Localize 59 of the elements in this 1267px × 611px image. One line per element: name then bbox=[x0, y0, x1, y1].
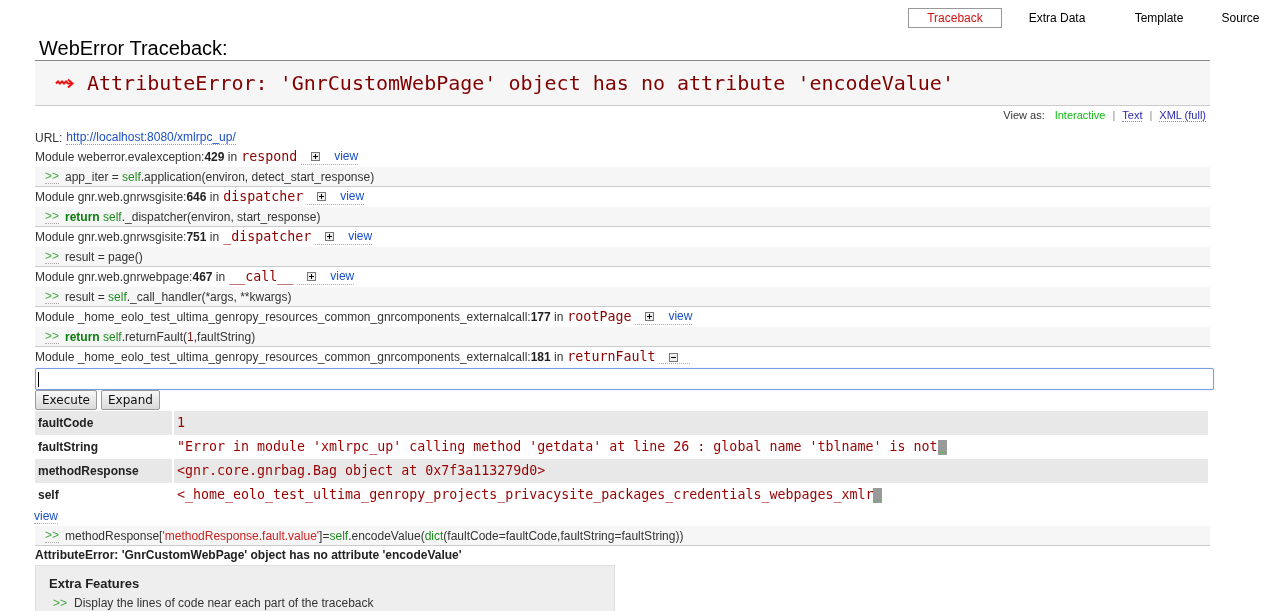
ellipsis-icon[interactable] bbox=[873, 487, 883, 503]
feature-description: Display the lines of code near each part of the traceback bbox=[74, 596, 374, 610]
variable-value: <_home_eolo_test_ultima_genropy_projects_privacysite_packages_credentials_webpages_xmlr bbox=[177, 487, 874, 503]
url-link[interactable]: http://localhost:8080/xmlrpc_up/ bbox=[66, 131, 236, 145]
view-link[interactable]: view bbox=[334, 149, 359, 163]
separator: | bbox=[1149, 107, 1153, 123]
frame-location: Module _home_eolo_test_ultima_genropy_resources_common_gnrcomponents_externalcall:181 in bbox=[35, 349, 564, 365]
expand-icon[interactable] bbox=[645, 311, 655, 321]
function-name: respond bbox=[241, 149, 298, 165]
function-name: __call__ bbox=[229, 269, 294, 285]
variable-value: 1 bbox=[177, 415, 185, 431]
view-option-link[interactable]: Text bbox=[1122, 108, 1143, 122]
code-line: return self.returnFault(1,faultString) bbox=[65, 329, 256, 344]
view-as-label: View as: bbox=[1003, 107, 1045, 123]
variable-value: "Error in module 'xmlrpc_up' calling method 'getdata' at line 26 : global name 'tblname' is not bbox=[177, 439, 938, 455]
ellipsis-icon[interactable] bbox=[937, 439, 947, 455]
variable-value: <gnr.core.gnrbag.Bag object at 0x7f3a113279d0> bbox=[177, 463, 546, 479]
view-option-link[interactable]: XML (full) bbox=[1159, 108, 1206, 122]
tab[interactable]: Source bbox=[1214, 8, 1267, 28]
code-line: methodResponse['methodResponse.fault.value']=self.encodeValue(dict(faultCode=faultCode,faultString=faultString)) bbox=[65, 528, 684, 543]
view-link[interactable]: view bbox=[34, 509, 58, 524]
function-name: _dispatcher bbox=[223, 229, 312, 245]
prompt-marker: >> bbox=[53, 596, 67, 610]
panel-heading: Extra Features bbox=[49, 576, 140, 592]
expand-icon[interactable] bbox=[311, 151, 321, 161]
view-link[interactable]: view bbox=[348, 229, 373, 243]
exception-message: AttributeError: 'GnrCustomWebPage' object has no attribute 'encodeValue' bbox=[35, 546, 462, 564]
expand-button[interactable]: Expand bbox=[101, 390, 160, 410]
code-line: return self._dispatcher(environ, start_response) bbox=[65, 209, 321, 224]
frame-location: Module _home_eolo_test_ultima_genropy_resources_common_gnrcomponents_externalcall:177 in bbox=[35, 309, 564, 325]
collapse-icon[interactable] bbox=[669, 353, 679, 362]
function-name: returnFault bbox=[567, 349, 656, 365]
code-line: result = page() bbox=[65, 249, 143, 264]
view-link[interactable]: view bbox=[668, 309, 693, 323]
tab[interactable]: Extra Data bbox=[1010, 8, 1104, 28]
code-line: app_iter = self.application(environ, detect_start_response) bbox=[65, 169, 375, 184]
tab[interactable]: Template bbox=[1112, 8, 1206, 28]
frame-location: Module weberror.evalexception:429 in bbox=[35, 149, 238, 165]
error-message: AttributeError: 'GnrCustomWebPage' object has no attribute 'encodeValue' bbox=[87, 71, 954, 95]
console-input[interactable] bbox=[35, 368, 1214, 390]
view-link[interactable]: view bbox=[330, 269, 355, 283]
frame-location: Module gnr.web.gnrwebpage:467 in bbox=[35, 269, 226, 285]
frame-location: Module gnr.web.gnrwsgisite:646 in bbox=[35, 189, 220, 205]
frame-location: Module gnr.web.gnrwsgisite:751 in bbox=[35, 229, 220, 245]
code-line: result = self._call_handler(*args, **kwargs) bbox=[65, 289, 292, 304]
variable-name: faultCode bbox=[35, 411, 172, 435]
function-name: dispatcher bbox=[223, 189, 304, 205]
expand-icon[interactable] bbox=[307, 271, 317, 281]
separator: | bbox=[1112, 107, 1116, 123]
execute-button[interactable]: Execute bbox=[35, 390, 97, 410]
variable-name: methodResponse bbox=[35, 459, 172, 483]
page-title: WebError Traceback: bbox=[39, 36, 228, 60]
function-name: rootPage bbox=[567, 309, 632, 325]
squiggly-arrow-icon bbox=[55, 77, 74, 89]
tab[interactable]: Traceback bbox=[908, 8, 1002, 28]
expand-icon[interactable] bbox=[325, 231, 335, 241]
expand-icon[interactable] bbox=[317, 191, 327, 201]
url-label: URL: bbox=[35, 130, 63, 147]
view-link[interactable]: view bbox=[340, 189, 365, 203]
